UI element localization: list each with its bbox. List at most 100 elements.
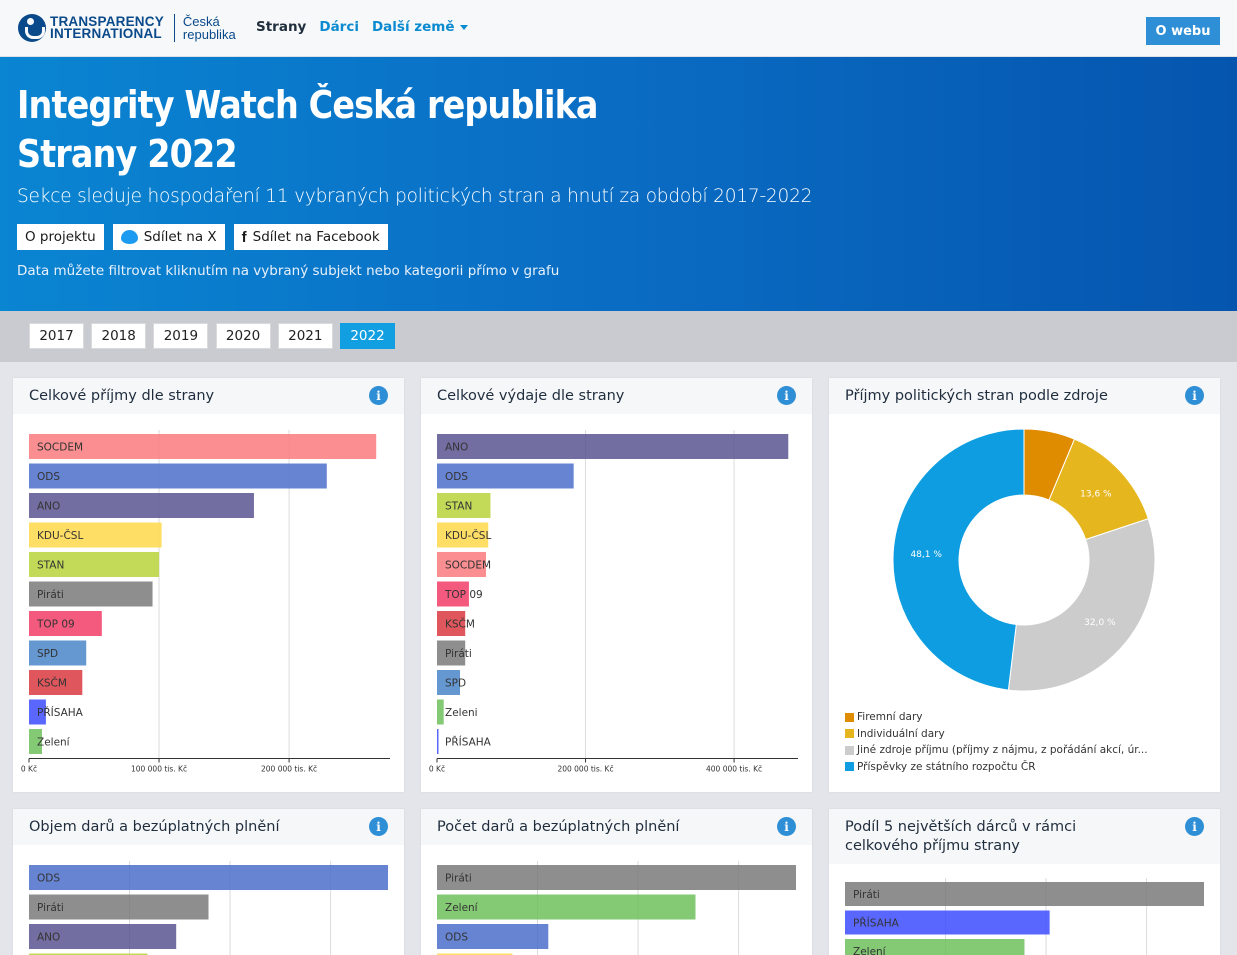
- legend-swatch: [845, 729, 854, 739]
- panel-donation-volume: Objem darů a bezúplatných plnění i ODS Pi…: [13, 809, 404, 955]
- slice-label: 13,6 %: [1080, 489, 1112, 499]
- slice-label: 48,1 %: [910, 550, 942, 560]
- panel-expenses: Celkové výdaje dle strany i ANO ODS STAN KD…: [421, 378, 812, 792]
- bar-label: ODS: [37, 471, 60, 483]
- x-tick-label: 200 000 tis. Kč: [557, 765, 613, 774]
- caret-down-icon: [459, 24, 468, 30]
- bar-ANO[interactable]: [29, 493, 254, 518]
- bar-ODS[interactable]: [29, 865, 388, 890]
- year-selector: 2017 2018 2019 2020 2021 2022: [0, 311, 1237, 362]
- logo-country: Česká republika: [183, 15, 236, 41]
- legend-label: Individuální dary: [857, 727, 945, 740]
- page-title: Integrity Watch Česká republika Strany 2…: [17, 81, 599, 179]
- legend-swatch: [845, 712, 854, 722]
- bar-label: TOP 09: [36, 619, 75, 631]
- x-tick-label: 400 000 tis. Kč: [706, 765, 762, 774]
- panel-donation-count: Počet darů a bezúplatných plnění i Pirát…: [421, 809, 812, 955]
- bar-label: SPD: [445, 678, 466, 690]
- bar-label: PŘÍSAHA: [37, 706, 84, 719]
- legend-item[interactable]: Příspěvky ze státního rozpočtu ČR: [845, 759, 1148, 776]
- bar-label: ANO: [37, 501, 60, 513]
- filter-hint: Data můžete filtrovat kliknutím na vybra…: [17, 263, 560, 279]
- legend-label: Příspěvky ze státního rozpočtu ČR: [857, 760, 1036, 773]
- year-button-2018[interactable]: 2018: [91, 323, 147, 349]
- logo-line-2: INTERNATIONAL: [50, 26, 162, 41]
- bar-ODS[interactable]: [29, 463, 327, 489]
- expenses-bar-chart[interactable]: ANO ODS STAN KDU-ČSL SOCDEM TOP 09 KSČM Piráti S…: [421, 378, 812, 792]
- bar-label: ANO: [37, 932, 60, 944]
- nav-link-darci[interactable]: Dárci: [319, 19, 359, 35]
- bar-label: SOCDEM: [37, 442, 83, 454]
- year-button-2017[interactable]: 2017: [29, 323, 84, 349]
- bar-label: Zelení: [445, 902, 479, 914]
- panel-top5: Podíl 5 největších dárců v rámci celkové…: [829, 809, 1220, 955]
- bar-Piráti[interactable]: [437, 865, 796, 890]
- nav-dropdown-dalsi-zeme[interactable]: Další země: [372, 19, 468, 35]
- bar-label: ODS: [37, 873, 60, 885]
- share-facebook-button[interactable]: f Sdílet na Facebook: [233, 224, 388, 250]
- donut-slice[interactable]: [1007, 518, 1156, 692]
- legend-swatch: [845, 762, 854, 772]
- bar-label: KDU-ČSL: [37, 529, 83, 542]
- year-button-2019[interactable]: 2019: [153, 323, 209, 349]
- nav-dropdown-label: Další země: [371, 19, 455, 35]
- bar-Zeleni[interactable]: [437, 699, 444, 725]
- legend-swatch: [845, 745, 854, 755]
- panel-sources: Příjmy politických stran podle zdroje i …: [829, 378, 1220, 792]
- bar-PŘÍSAHA[interactable]: [437, 729, 439, 754]
- page-title-line-2: Strany 2022: [17, 132, 238, 176]
- legend-label: Firemní dary: [857, 711, 923, 724]
- logo-separator: [173, 14, 175, 42]
- donation-volume-bar-chart[interactable]: ODSPirátiANOSTAN: [13, 809, 404, 955]
- about-project-label: O projektu: [25, 229, 96, 245]
- bar-label: KSČM: [37, 677, 67, 690]
- about-project-button[interactable]: O projektu: [17, 224, 104, 250]
- bar-label: STAN: [37, 560, 64, 572]
- bar-label: PŘÍSAHA: [853, 917, 900, 930]
- x-tick-label: 100 000 tis. Kč: [131, 765, 187, 774]
- sources-legend: Firemní dary Individuální dary Jiné zdroje…: [845, 709, 1148, 775]
- income-bar-chart[interactable]: SOCDEM ODS ANO KDU-ČSL STAN Piráti TOP 09 SPD KS…: [13, 378, 404, 792]
- sources-donut-chart[interactable]: 13,6 % 32,0 % 48,1 %: [829, 378, 1220, 708]
- transparency-international-logo[interactable]: TRANSPARENCY INTERNATIONAL Česká republi…: [18, 11, 236, 45]
- page-title-line-1: Integrity Watch Česká republika: [17, 83, 599, 127]
- bar-label: SPD: [37, 648, 58, 660]
- bar-label: PŘÍSAHA: [445, 736, 492, 749]
- slice-label: 32,0 %: [1084, 618, 1116, 628]
- logo-country-line-2: republika: [182, 27, 236, 42]
- facebook-icon: f: [241, 228, 247, 246]
- bar-label: Zelení: [853, 946, 887, 955]
- bar-label: Piráti: [37, 589, 64, 601]
- bar-label: Piráti: [445, 873, 472, 885]
- bar-label: ODS: [445, 471, 468, 483]
- bar-label: ODS: [445, 932, 468, 944]
- share-facebook-label: Sdílet na Facebook: [252, 229, 380, 245]
- bar-Piráti[interactable]: [845, 882, 1204, 906]
- top5-bar-chart[interactable]: Piráti PŘÍSAHA Zelení: [829, 809, 1220, 955]
- year-button-2020[interactable]: 2020: [215, 323, 271, 349]
- top-navbar: TRANSPARENCY INTERNATIONAL Česká republi…: [0, 0, 1237, 57]
- bar-label: ANO: [445, 442, 468, 454]
- nav-links: Strany Dárci Další země: [256, 19, 481, 35]
- bar-ANO[interactable]: [437, 434, 789, 459]
- x-tick-label: 0 Kč: [429, 765, 445, 774]
- logo-text: TRANSPARENCY INTERNATIONAL: [50, 15, 164, 41]
- bar-label: TOP 09: [444, 589, 483, 601]
- hero-buttons: O projektu Sdílet na X f Sdílet na Facebo…: [17, 224, 397, 250]
- legend-item[interactable]: Firemní dary: [845, 709, 1148, 726]
- legend-item[interactable]: Individuální dary: [845, 726, 1148, 743]
- about-button[interactable]: O webu: [1146, 17, 1220, 45]
- x-tick-label: 0 Kč: [21, 765, 37, 774]
- share-x-button[interactable]: Sdílet na X: [112, 224, 225, 250]
- bar-label: Piráti: [853, 889, 880, 901]
- bar-label: KDU-ČSL: [445, 529, 491, 542]
- legend-label: Jiné zdroje příjmu (příjmy z nájmu, z po…: [857, 744, 1148, 757]
- donation-count-bar-chart[interactable]: PirátiZeleníODSKDU-ČSL: [421, 809, 812, 955]
- bar-label: KSČM: [445, 618, 475, 631]
- share-x-label: Sdílet na X: [143, 229, 217, 245]
- year-button-2022[interactable]: 2022: [340, 323, 395, 349]
- bar-label: Zelení: [37, 737, 71, 749]
- year-button-2021[interactable]: 2021: [277, 323, 333, 349]
- legend-item[interactable]: Jiné zdroje příjmu (příjmy z nájmu, z po…: [845, 742, 1148, 759]
- nav-link-strany[interactable]: Strany: [256, 19, 306, 35]
